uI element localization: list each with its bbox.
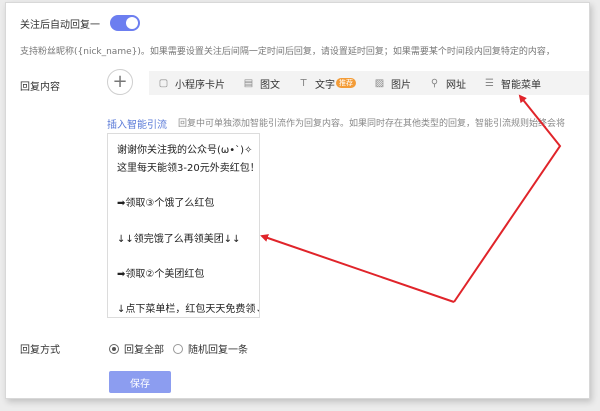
miniprogram-card-icon: ▢ [158, 77, 169, 89]
add-reply-button[interactable]: + [107, 69, 133, 95]
follow-reply-row: 关注后自动回复一 [20, 15, 140, 31]
tool-miniprogram-card[interactable]: ▢ 小程序卡片 [149, 71, 234, 95]
follow-reply-label: 关注后自动回复一 [20, 19, 100, 31]
message-line: 这里每天能领3-20元外卖红包！ [117, 163, 260, 174]
menu-icon: ☰ [485, 77, 494, 89]
message-line: ➡领取②个美团红包 [117, 269, 205, 280]
tool-label: 图片 [391, 79, 411, 91]
radio-reply-all[interactable]: 回复全部 [109, 341, 164, 356]
tool-text[interactable]: T 文字 推荐 [289, 71, 365, 95]
tool-link[interactable]: ⚲ 网址 [420, 71, 475, 95]
smart-link-description: 回复中可单独添加智能引流作为回复内容。如果同时存在其他类型的回复，智能引流规则始… [178, 119, 566, 129]
link-icon: ⚲ [430, 77, 439, 89]
tool-image-text[interactable]: ▤ 图文 [234, 71, 289, 95]
reply-type-toolbar: ▢ 小程序卡片 ▤ 图文 T 文字 推荐 ▨ 图片 ⚲ 网址 ☰ 智能菜单 [149, 71, 589, 95]
recommend-badge: 推荐 [336, 78, 356, 88]
tool-image[interactable]: ▨ 图片 [365, 71, 420, 95]
message-line: ↓↓领完饿了么再领美团↓↓ [117, 234, 241, 245]
radio-label: 回复全部 [124, 345, 164, 356]
message-line: ↓点下菜单栏，红包天天免费领↓ [117, 304, 260, 315]
tool-label: 网址 [446, 79, 466, 91]
tool-label: 文字 [315, 79, 335, 91]
tool-label: 智能菜单 [501, 79, 541, 91]
reply-message-box[interactable]: 谢谢你关注我的公众号(ω•ˋ)✧ 这里每天能领3-20元外卖红包！ ➡领取③个饿… [107, 133, 260, 318]
image-icon: ▨ [374, 77, 385, 89]
auto-reply-settings-panel: 关注后自动回复一 支持粉丝昵称({nick_name})。如果需要设置关注后间隔… [5, 2, 590, 399]
message-line: ➡领取③个饿了么红包 [117, 198, 215, 209]
save-button[interactable]: 保存 [109, 371, 171, 393]
image-text-icon: ▤ [243, 77, 254, 89]
reply-mode-options: 回复全部 随机回复一条 [109, 341, 257, 356]
nickname-tip: 支持粉丝昵称({nick_name})。如果需要设置关注后间隔一定时间后回复，请… [20, 47, 555, 57]
message-line: 谢谢你关注我的公众号(ω•ˋ)✧ [117, 145, 253, 156]
reply-mode-label: 回复方式 [20, 345, 60, 356]
text-icon: T [300, 77, 307, 89]
follow-reply-toggle[interactable] [110, 15, 140, 31]
radio-dot-selected [109, 343, 119, 354]
insert-smart-link[interactable]: 插入智能引流 [107, 116, 167, 131]
tool-smart-menu[interactable]: ☰ 智能菜单 [475, 71, 550, 95]
tool-label: 图文 [260, 79, 280, 91]
tool-label: 小程序卡片 [175, 79, 225, 91]
radio-label: 随机回复一条 [188, 345, 248, 356]
toggle-knob [126, 17, 138, 29]
radio-reply-random[interactable]: 随机回复一条 [173, 341, 248, 356]
reply-content-label: 回复内容 [20, 82, 60, 93]
radio-dot [173, 343, 183, 354]
